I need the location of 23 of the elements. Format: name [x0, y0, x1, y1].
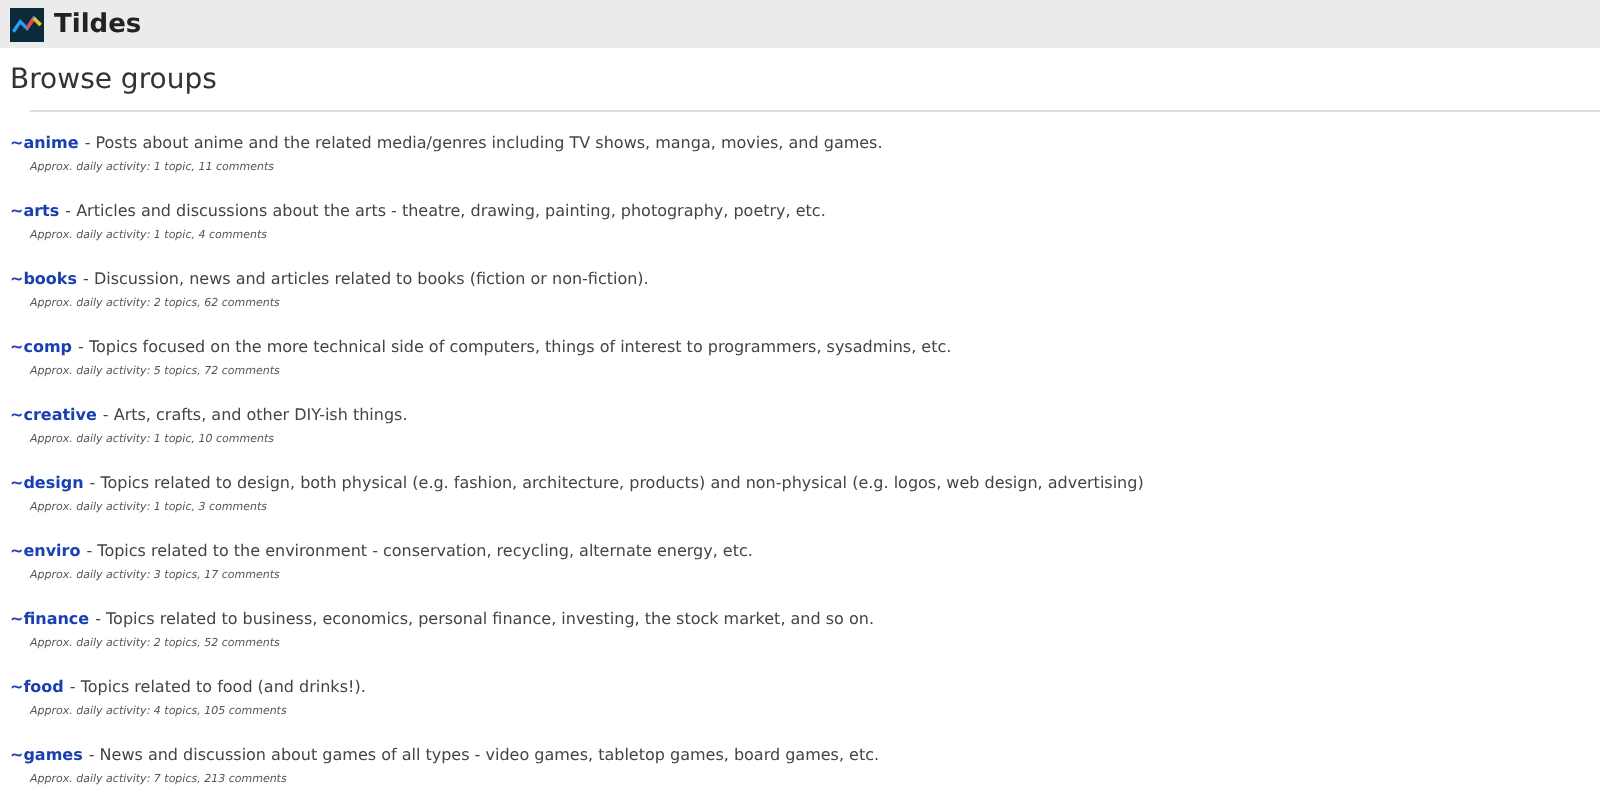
group-link[interactable]: ~books — [10, 268, 78, 290]
group-link[interactable]: ~finance — [10, 608, 90, 630]
group-link[interactable]: ~comp — [10, 336, 73, 358]
group-description: - Discussion, news and articles related to books (fiction or non-fiction). — [83, 268, 649, 290]
group-description: - Topics related to design, both physical (e.g. fashion, architecture, products) and non-physical (e.g. logos, web design, advertising) — [89, 472, 1144, 494]
group-link[interactable]: ~design — [10, 472, 84, 494]
site-name[interactable]: Tildes — [54, 9, 142, 39]
group-description: - Posts about anime and the related media/genres including TV shows, manga, movies, and games. — [84, 132, 883, 154]
group-link[interactable]: ~arts — [10, 200, 60, 222]
group-description: - Topics related to the environment - conservation, recycling, alternate energy, etc. — [86, 540, 753, 562]
group-description: - Topics focused on the more technical side of computers, things of interest to programmers, sysadmins, etc. — [78, 336, 952, 358]
group-link[interactable]: ~creative — [10, 404, 97, 426]
group-link[interactable]: ~food — [10, 676, 64, 698]
group-link[interactable]: ~anime — [10, 132, 79, 154]
group-description: - Topics related to business, economics, personal finance, investing, the stock market, and so on. — [95, 608, 874, 630]
group-description: - Articles and discussions about the arts - theatre, drawing, painting, photography, poetry, etc. — [65, 200, 826, 222]
group-link[interactable]: ~enviro — [10, 540, 81, 562]
group-link[interactable]: ~games — [10, 744, 83, 766]
page-title: Browse groups — [8, 62, 219, 100]
group-description: - Arts, crafts, and other DIY-ish things. — [102, 404, 408, 426]
group-description: - Topics related to food (and drinks!). — [69, 676, 366, 698]
logo-icon[interactable] — [10, 7, 44, 41]
group-description: - News and discussion about games of all types - video games, tabletop games, board games, etc. — [88, 744, 880, 766]
